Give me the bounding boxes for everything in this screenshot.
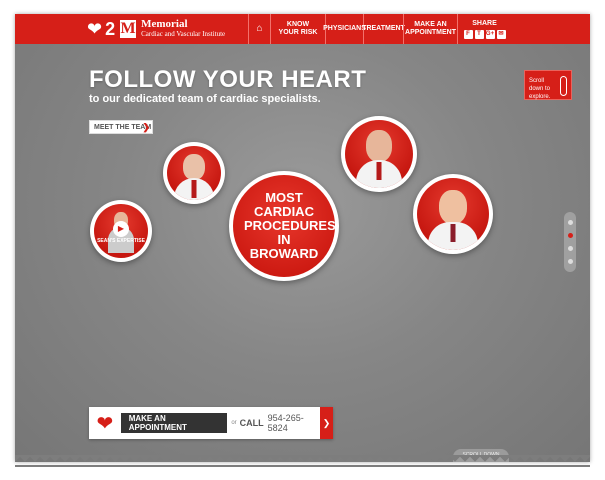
- nav-make-appointment[interactable]: MAKE AN APPOINTMENT: [403, 14, 457, 44]
- heart-icon: ❤: [87, 19, 103, 39]
- physician-bubble-2[interactable]: [341, 116, 417, 192]
- procedures-bubble-inner: MOST CARDIAC PROCEDURES IN BROWARD: [233, 175, 335, 277]
- procedures-text: MOST CARDIAC PROCEDURES IN BROWARD: [244, 190, 335, 261]
- chevron-right-icon: ❯: [142, 121, 150, 132]
- nav-share: SHARE f t g+ ✉: [457, 14, 511, 44]
- play-icon[interactable]: ▶: [113, 220, 129, 237]
- chevron-right-icon[interactable]: ❯: [319, 407, 333, 439]
- cta-call-label: CALL: [239, 418, 264, 428]
- make-appointment-button[interactable]: MAKE AN APPOINTMENT: [120, 413, 228, 433]
- logo[interactable]: ❤ 2 M Memorial Cardiac and Vascular Inst…: [87, 18, 225, 40]
- main-nav: ⌂ KNOW YOUR RISK PHYSICIANS TREATMENT MA…: [248, 14, 511, 44]
- share-icons: f t g+ ✉: [463, 29, 506, 39]
- home-nav-button[interactable]: ⌂: [248, 14, 270, 44]
- twitter-icon[interactable]: t: [474, 29, 484, 39]
- physician-photo-2: [345, 120, 413, 188]
- torn-edge: [15, 455, 590, 467]
- email-icon[interactable]: ✉: [496, 29, 506, 39]
- video-bubble[interactable]: ▶ SEAN'S EXPERTISE: [90, 200, 152, 262]
- logo-number: 2: [105, 18, 116, 39]
- procedures-bubble[interactable]: MOST CARDIAC PROCEDURES IN BROWARD: [229, 171, 339, 281]
- hero-title: FOLLOW YOUR HEART: [89, 66, 367, 93]
- scroll-hint-text: Scroll down to explore.: [529, 78, 551, 100]
- pagination-dot-4[interactable]: [567, 259, 573, 264]
- video-label: SEAN'S EXPERTISE: [97, 238, 145, 244]
- nav-treatment[interactable]: TREATMENT: [362, 14, 405, 44]
- home-icon: ⌂: [256, 23, 263, 34]
- pagination-dot-3[interactable]: [567, 246, 573, 251]
- phone-number[interactable]: 954-265-5824: [268, 413, 320, 433]
- scroll-hint: Scroll down to explore.: [524, 70, 572, 100]
- physician-photo-1: [167, 146, 221, 200]
- mouse-icon: [560, 76, 567, 96]
- google-plus-icon[interactable]: g+: [485, 29, 495, 39]
- video-bubble-image: ▶ SEAN'S EXPERTISE: [94, 204, 148, 258]
- logo-text: Memorial Cardiac and Vascular Institute: [141, 19, 225, 39]
- nav-physicians[interactable]: PHYSICIANS: [323, 14, 366, 44]
- pagination-dot-1[interactable]: [567, 220, 573, 225]
- pagination-dot-2[interactable]: [567, 233, 573, 238]
- nav-know-your-risk[interactable]: KNOW YOUR RISK: [270, 14, 325, 44]
- heart-icon: ❤: [89, 407, 121, 439]
- top-nav-bar: ❤ 2 M Memorial Cardiac and Vascular Inst…: [15, 14, 590, 44]
- share-label: SHARE: [472, 19, 497, 27]
- page-frame: ❤ 2 M Memorial Cardiac and Vascular Inst…: [15, 14, 590, 462]
- memorial-m-icon: M: [120, 20, 137, 38]
- physician-photo-3: [417, 178, 489, 250]
- logo-subtitle: Cardiac and Vascular Institute: [141, 30, 226, 38]
- section-pagination: [564, 212, 576, 272]
- physician-bubble-3[interactable]: [413, 174, 493, 254]
- meet-the-team-button[interactable]: MEET THE TEAM ❯: [89, 120, 153, 134]
- facebook-icon[interactable]: f: [463, 29, 473, 39]
- cta-or: or: [231, 420, 237, 426]
- hero-subtitle: to our dedicated team of cardiac special…: [89, 93, 321, 105]
- appointment-cta-bar: ❤ MAKE AN APPOINTMENT or CALL 954-265-58…: [89, 407, 333, 439]
- physician-bubble-1[interactable]: [163, 142, 225, 204]
- logo-name: Memorial: [141, 18, 188, 30]
